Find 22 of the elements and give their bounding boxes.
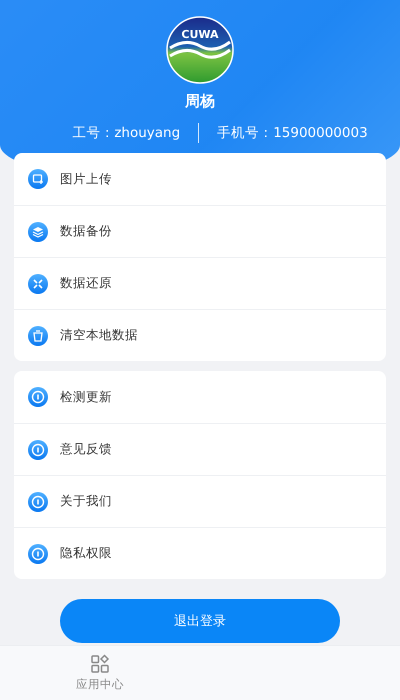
- menu-item[interactable]: 关于我们: [14, 475, 386, 527]
- menu-item[interactable]: 图片上传: [14, 153, 386, 205]
- menu-item[interactable]: 意见反馈: [14, 423, 386, 475]
- logout-button[interactable]: 退出登录: [60, 599, 340, 643]
- info-icon: [28, 387, 48, 407]
- phone-number: 手机号：15900000003: [217, 124, 368, 142]
- menu-item[interactable]: 检测更新: [14, 371, 386, 423]
- employee-id: 工号：zhouyang: [72, 124, 180, 142]
- info-icon: [28, 440, 48, 460]
- apps-icon: [90, 654, 110, 674]
- menu-item[interactable]: 清空本地数据: [14, 309, 386, 361]
- logo-icon: CUWA: [166, 16, 234, 84]
- menu-item[interactable]: 隐私权限: [14, 527, 386, 579]
- info-icon: [28, 544, 48, 564]
- image-upload-icon: [28, 169, 48, 189]
- info-icon: [28, 492, 48, 512]
- layers-icon: [28, 222, 48, 242]
- menu-item[interactable]: 数据还原: [14, 257, 386, 309]
- menu-item[interactable]: 数据备份: [14, 205, 386, 257]
- user-name: 周杨: [185, 92, 215, 111]
- trash-icon: [28, 326, 48, 346]
- arrows-icon: [28, 274, 48, 294]
